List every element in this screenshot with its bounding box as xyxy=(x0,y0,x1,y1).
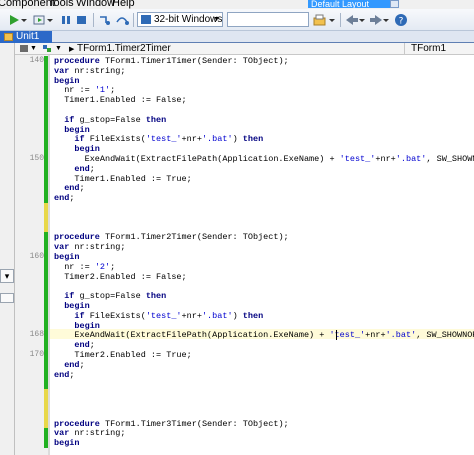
code-line[interactable]: Timer1.Enabled := True; xyxy=(54,174,191,184)
editor-tabstrip: Unit1 xyxy=(0,31,474,43)
current-method-label: TForm1.Timer2Timer xyxy=(77,43,171,54)
left-panel-strip: ▾ xyxy=(0,43,15,455)
code-line[interactable]: ExeAndWait(ExtractFilePath(Application.E… xyxy=(54,330,474,340)
panel-toggle-icon[interactable]: ▾ xyxy=(0,269,14,283)
class-icon[interactable] xyxy=(42,44,52,53)
code-line[interactable]: var nr:string; xyxy=(54,428,125,438)
unit-icon[interactable] xyxy=(19,44,29,53)
stop-icon[interactable] xyxy=(74,13,90,27)
menu-window[interactable]: Window xyxy=(76,0,115,9)
help-icon[interactable]: ? xyxy=(393,13,409,27)
current-class-label: TForm1 xyxy=(411,43,446,54)
platform-icon xyxy=(141,15,151,24)
toolbar: 32-bit Windows ▼ ? xyxy=(0,9,474,31)
code-line[interactable]: procedure TForm1.Timer3Timer(Sender: TOb… xyxy=(54,419,289,429)
unit-file-icon xyxy=(4,33,13,41)
code-line[interactable]: if g_stop=False then xyxy=(54,115,166,125)
code-line[interactable]: if g_stop=False then xyxy=(54,291,166,301)
menu-component[interactable]: Component xyxy=(0,0,55,9)
code-navigator: ▼ ▼ ▶ TForm1.Timer2Timer TForm1 xyxy=(15,43,474,55)
code-line[interactable]: procedure TForm1.Timer2Timer(Sender: TOb… xyxy=(54,232,289,242)
svg-text:?: ? xyxy=(399,17,404,27)
unsaved-line-marker xyxy=(44,203,48,233)
toolbar-separator xyxy=(93,13,94,27)
open-file-icon[interactable] xyxy=(312,13,328,27)
code-line[interactable]: var nr:string; xyxy=(54,66,125,76)
code-line[interactable]: begin xyxy=(54,438,80,448)
line-number: 168 xyxy=(29,330,44,340)
text-caret xyxy=(336,330,337,341)
toolbar-separator xyxy=(340,13,341,27)
line-number: 150 xyxy=(29,154,44,163)
layout-dropdown-button[interactable] xyxy=(390,0,399,8)
code-line[interactable]: begin xyxy=(54,125,90,135)
pause-icon[interactable] xyxy=(58,13,74,27)
code-line[interactable]: if FileExists('test_'+nr+'.bat') then xyxy=(54,311,263,321)
code-line[interactable]: begin xyxy=(54,301,90,311)
toolbar-separator xyxy=(133,13,134,27)
code-editor[interactable]: procedure TForm1.Timer1Timer(Sender: TOb… xyxy=(50,55,474,455)
code-line[interactable]: end; xyxy=(54,370,74,380)
open-dropdown-icon[interactable] xyxy=(328,13,336,27)
method-icon: ▶ xyxy=(69,46,75,53)
code-line[interactable]: begin xyxy=(54,252,80,262)
back-dropdown-icon[interactable] xyxy=(358,13,366,27)
code-line[interactable]: end; xyxy=(54,340,94,350)
line-number: 160 xyxy=(29,252,44,261)
code-line[interactable]: end; xyxy=(54,360,84,370)
line-number: 140 xyxy=(29,56,44,65)
method-navigator[interactable]: ▶ TForm1.Timer2Timer xyxy=(65,43,405,54)
menu-help[interactable]: Help xyxy=(112,0,135,9)
chevron-down-icon: ▼ xyxy=(213,16,220,23)
chevron-down-icon[interactable]: ▼ xyxy=(30,43,37,54)
chevron-down-icon[interactable]: ▼ xyxy=(55,43,62,54)
code-line[interactable]: Timer2.Enabled := False; xyxy=(54,272,186,282)
code-line[interactable]: begin xyxy=(54,76,80,86)
step-over-icon[interactable] xyxy=(114,13,130,27)
target-platform-select[interactable]: 32-bit Windows ▼ xyxy=(137,12,223,27)
line-number: 170 xyxy=(29,350,44,359)
code-line[interactable]: Timer1.Enabled := False; xyxy=(54,95,186,105)
code-line[interactable]: if FileExists('test_'+nr+'.bat') then xyxy=(54,134,263,144)
code-line[interactable]: ExeAndWait(ExtractFilePath(Application.E… xyxy=(54,154,474,164)
tab-unit1[interactable]: Unit1 xyxy=(0,31,52,43)
code-line[interactable]: end; xyxy=(54,193,74,203)
code-line[interactable]: end; xyxy=(54,164,94,174)
trace-into-icon[interactable] xyxy=(97,13,113,27)
menu-tools[interactable]: Tools xyxy=(48,0,74,9)
class-navigator[interactable]: TForm1 xyxy=(401,43,474,54)
modified-line-marker xyxy=(44,56,48,203)
code-line[interactable]: Timer2.Enabled := True; xyxy=(54,350,191,360)
code-line[interactable]: begin xyxy=(54,321,100,331)
code-line[interactable]: var nr:string; xyxy=(54,242,125,252)
modified-line-marker xyxy=(44,428,48,448)
run-dropdown-icon[interactable] xyxy=(20,13,28,27)
code-line[interactable]: begin xyxy=(54,144,100,154)
menu-bar: Component Tools Window Help Default Layo… xyxy=(0,0,474,9)
step-dropdown-icon[interactable] xyxy=(46,13,54,27)
modified-line-marker xyxy=(44,232,48,390)
unsaved-line-marker xyxy=(44,389,48,429)
code-line[interactable]: procedure TForm1.Timer1Timer(Sender: TOb… xyxy=(54,56,289,66)
code-line[interactable]: nr := '1'; xyxy=(54,85,115,95)
tab-label: Unit1 xyxy=(16,31,40,42)
code-line[interactable]: end; xyxy=(54,183,84,193)
forward-dropdown-icon[interactable] xyxy=(382,13,390,27)
layout-select[interactable]: Default Layout xyxy=(308,0,390,8)
code-line[interactable]: nr := '2'; xyxy=(54,262,115,272)
configuration-select[interactable] xyxy=(227,12,309,27)
panel-scroll-button[interactable] xyxy=(0,293,14,303)
